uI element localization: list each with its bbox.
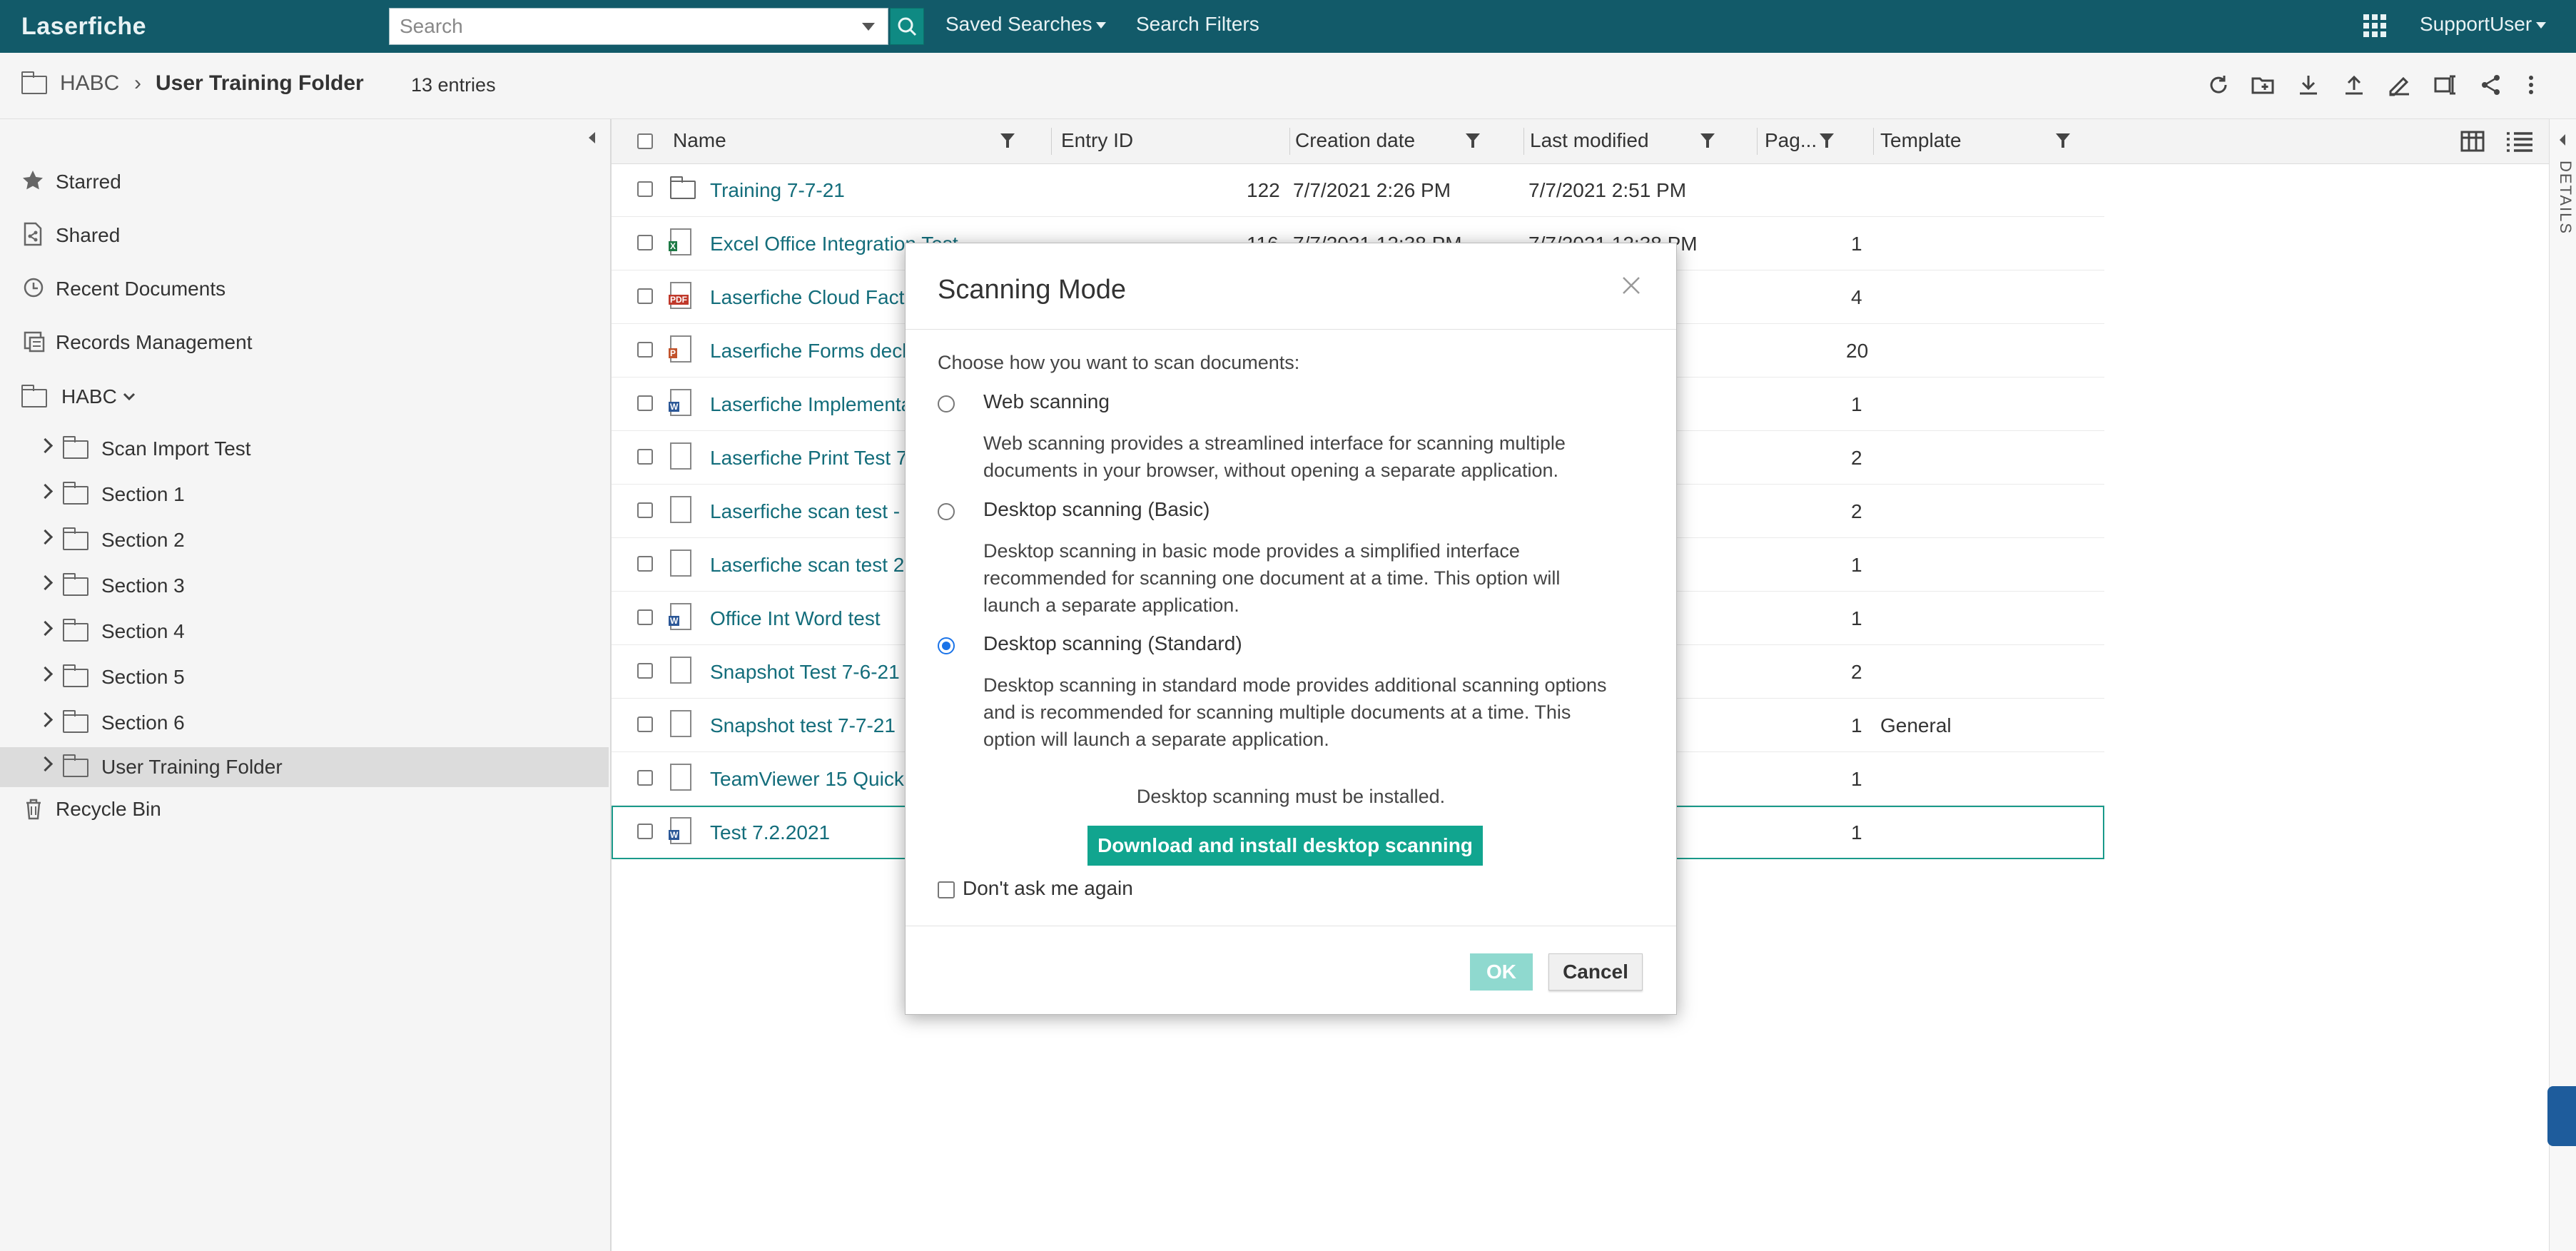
close-icon[interactable]: [1621, 275, 1642, 296]
option-label[interactable]: Desktop scanning (Standard): [983, 632, 1242, 655]
option-description: recommended for scanning one document at…: [983, 567, 1561, 589]
option-description: launch a separate application.: [983, 594, 1239, 616]
option-description: Web scanning provides a streamlined inte…: [983, 432, 1566, 454]
download-desktop-scanning-button[interactable]: Download and install desktop scanning: [1087, 826, 1483, 866]
dialog-prompt: Choose how you want to scan documents:: [938, 352, 1300, 373]
dont-ask-checkbox[interactable]: [938, 881, 955, 898]
cancel-button[interactable]: Cancel: [1548, 953, 1643, 991]
radio-desktop-standard[interactable]: [938, 637, 955, 654]
ok-button[interactable]: OK: [1470, 953, 1533, 991]
install-note: Desktop scanning must be installed.: [1136, 786, 1446, 807]
option-description: and is recommended for scanning multiple…: [983, 702, 1571, 723]
dont-ask-label[interactable]: Don't ask me again: [963, 877, 1133, 900]
scanning-mode-dialog: Scanning Mode Choose how you want to sca…: [905, 243, 1677, 1015]
dialog-title: Scanning Mode: [938, 275, 1127, 305]
radio-web-scanning[interactable]: [938, 395, 955, 412]
option-description: Desktop scanning in basic mode provides …: [983, 540, 1520, 562]
option-description: Desktop scanning in standard mode provid…: [983, 674, 1607, 696]
option-label[interactable]: Desktop scanning (Basic): [983, 498, 1210, 521]
radio-desktop-basic[interactable]: [938, 503, 955, 520]
option-label[interactable]: Web scanning: [983, 390, 1110, 413]
option-description: option will launch a separate applicatio…: [983, 729, 1329, 750]
option-description: documents in your browser, without openi…: [983, 460, 1558, 481]
dialog-divider: [906, 329, 1676, 330]
